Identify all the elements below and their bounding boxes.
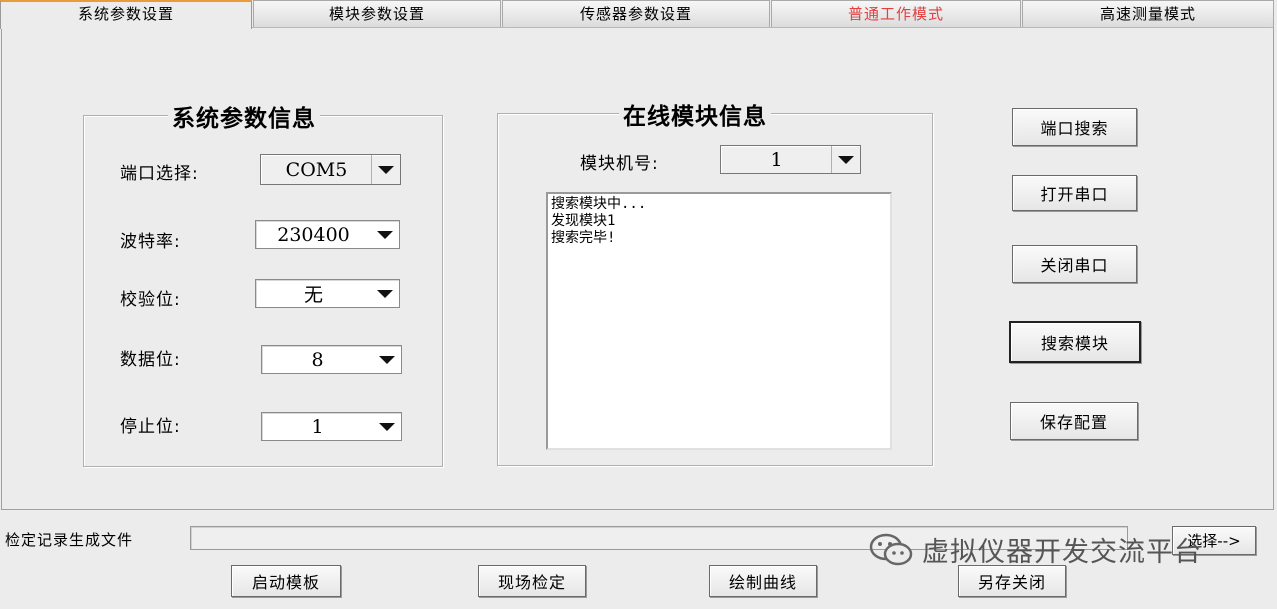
save-close-button[interactable]: 另存关闭 [958,565,1066,597]
watermark-text: 虚拟仪器开发交流平台 [922,537,1202,568]
module-log[interactable]: 搜索模块中... 发现模块1 搜索完毕! [546,192,892,450]
baud-rate-select[interactable]: 230400 [255,220,400,249]
start-template-button[interactable]: 启动模板 [231,565,341,597]
port-select[interactable]: COM5 [260,154,401,185]
chevron-down-icon [379,355,395,364]
open-port-button[interactable]: 打开串口 [1012,175,1137,211]
chevron-down-icon [377,230,393,239]
stop-bits-label: 停止位: [120,417,181,437]
module-number-dropdown[interactable] [831,146,860,173]
tab-sensor-params[interactable]: 传感器参数设置 [502,0,770,27]
system-params-title: 系统参数信息 [168,99,320,133]
search-module-button[interactable]: 搜索模块 [1009,321,1141,363]
log-line: 搜索模块中... [551,196,647,212]
chevron-down-icon [378,165,394,174]
tab-system-params[interactable]: 系统参数设置 [0,0,252,29]
chevron-down-icon [838,155,854,164]
log-line: 搜索完毕! [551,230,616,246]
tab-normal-mode[interactable]: 普通工作模式 [771,0,1021,27]
baud-rate-label: 波特率: [120,232,181,252]
parity-select[interactable]: 无 [255,279,400,308]
close-port-button[interactable]: 关闭串口 [1012,245,1137,283]
parity-dropdown[interactable] [371,280,399,307]
port-select-dropdown[interactable] [371,155,400,184]
save-config-button[interactable]: 保存配置 [1010,402,1138,440]
file-label: 检定记录生成文件 [5,531,134,549]
port-select-label: 端口选择: [120,164,199,184]
parity-label: 校验位: [120,290,181,310]
data-bits-select[interactable]: 8 [261,345,402,374]
online-module-title: 在线模块信息 [619,97,771,131]
port-search-button[interactable]: 端口搜索 [1012,108,1137,146]
module-number-select[interactable]: 1 [720,145,861,174]
stop-bits-dropdown[interactable] [373,413,401,440]
tab-module-params[interactable]: 模块参数设置 [253,0,501,27]
baud-rate-dropdown[interactable] [371,221,399,248]
stop-bits-value: 1 [311,415,324,438]
data-bits-label: 数据位: [120,350,181,370]
baud-rate-value: 230400 [277,223,350,246]
port-select-value: COM5 [285,158,348,181]
wechat-icon [869,533,913,565]
data-bits-value: 8 [311,348,324,371]
parity-value: 无 [303,284,323,306]
module-number-value: 1 [770,148,783,171]
stop-bits-select[interactable]: 1 [261,412,402,441]
field-check-button[interactable]: 现场检定 [478,565,586,597]
chevron-down-icon [377,289,393,298]
watermark: 虚拟仪器开发交流平台 [868,530,1202,569]
chevron-down-icon [379,422,395,431]
data-bits-dropdown[interactable] [373,346,401,373]
module-number-label: 模块机号: [580,154,659,174]
draw-curve-button[interactable]: 绘制曲线 [709,565,817,597]
tab-high-speed-mode[interactable]: 高速测量模式 [1022,0,1274,27]
log-line: 发现模块1 [551,213,616,229]
